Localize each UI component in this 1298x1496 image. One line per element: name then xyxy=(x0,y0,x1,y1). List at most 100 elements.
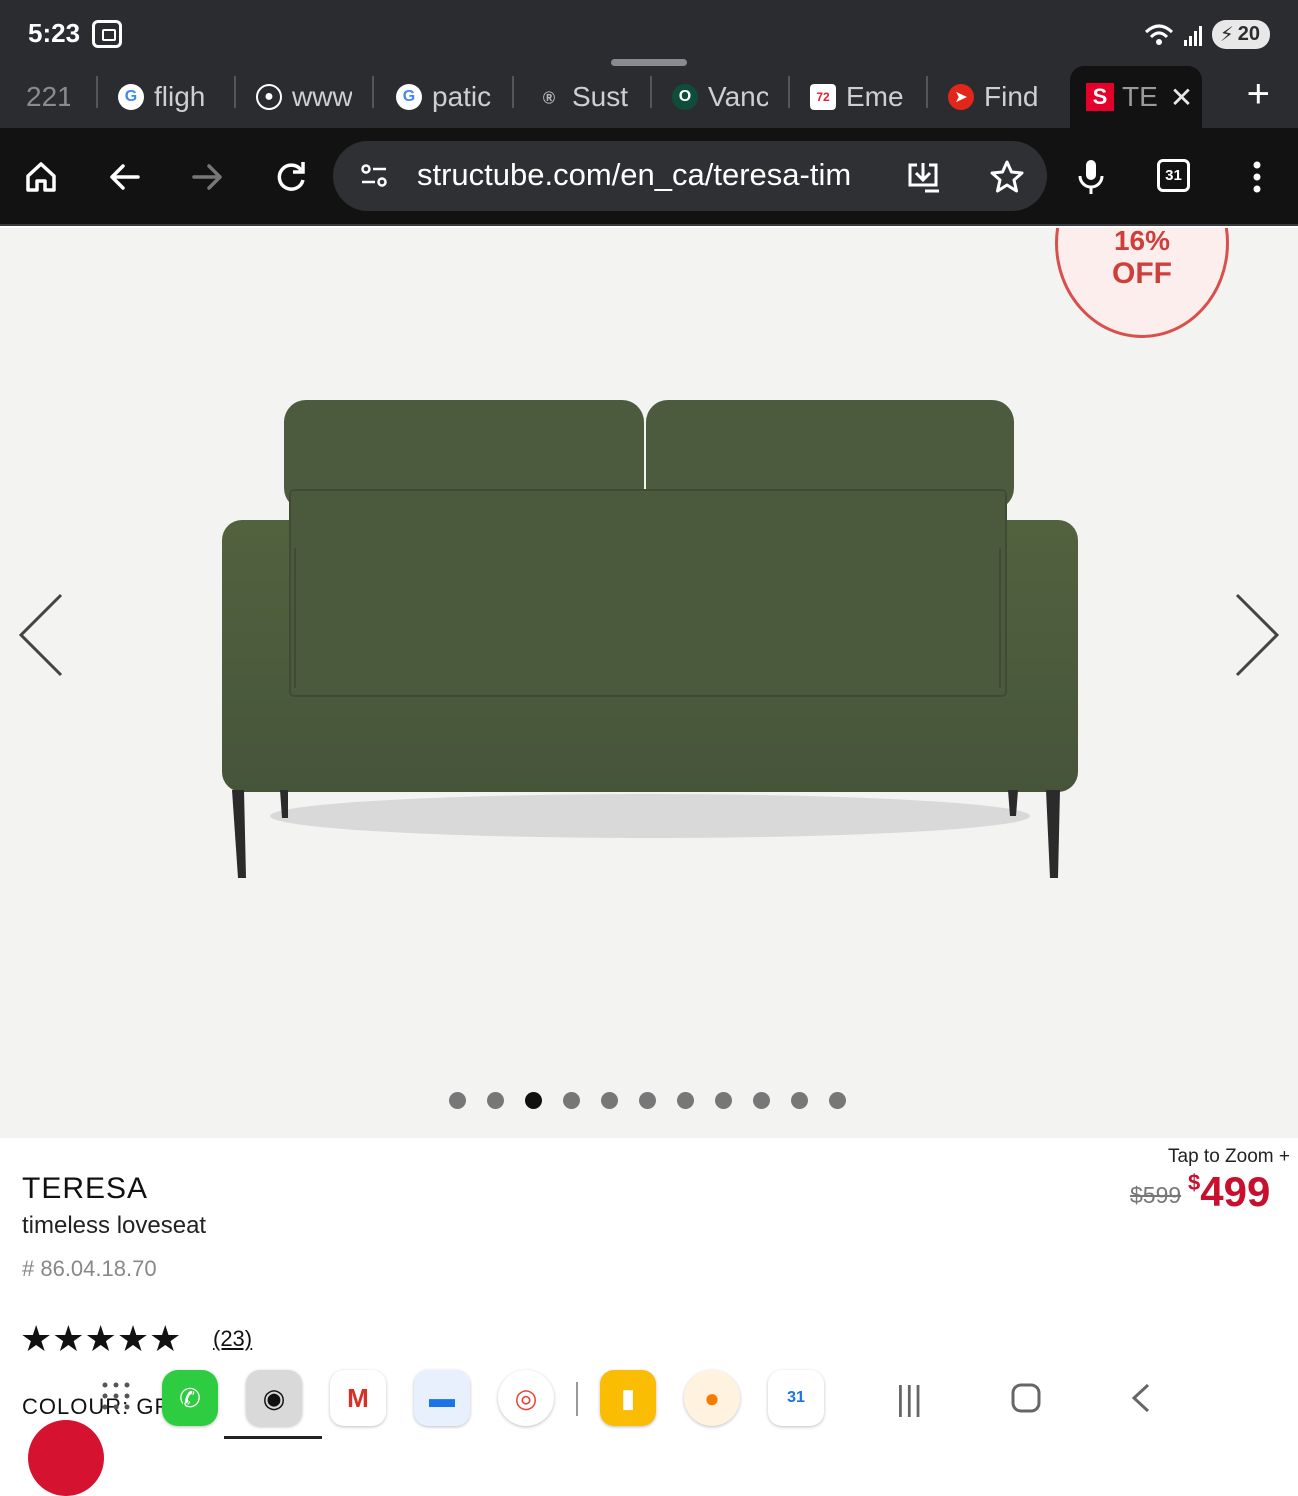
back-icon[interactable] xyxy=(104,156,146,198)
site-settings-icon[interactable] xyxy=(359,161,389,191)
discount-off-label: OFF xyxy=(1112,257,1172,290)
forward-icon[interactable] xyxy=(186,156,228,198)
site-icon: ➤ xyxy=(948,84,974,110)
browser-toolbar: structube.com/en_ca/teresa-tim 31 xyxy=(0,128,1298,226)
mic-icon[interactable] xyxy=(1070,156,1112,198)
carousel-dot[interactable] xyxy=(715,1092,732,1109)
tab-label: patic xyxy=(432,81,492,112)
rating-stars: ★★★★★ xyxy=(20,1318,182,1359)
close-tab-icon[interactable]: ✕ xyxy=(1170,81,1193,114)
status-time: 5:23 xyxy=(28,18,81,48)
tab-label: fligh xyxy=(154,81,206,112)
tab-1[interactable]: 221 xyxy=(26,66,70,128)
tap-to-zoom[interactable]: Tap to Zoom + xyxy=(1168,1146,1290,1168)
battery-level: 20 xyxy=(1237,23,1260,45)
product-image-carousel[interactable]: 16% OFF xyxy=(0,228,1298,1138)
reload-icon[interactable] xyxy=(270,156,312,198)
tab-active[interactable]: S TE ✕ xyxy=(1070,66,1202,128)
tab-separator xyxy=(372,76,374,108)
home-nav-icon[interactable] xyxy=(1010,1382,1042,1414)
status-icons: ⚡ 20 xyxy=(1144,20,1270,49)
active-app-indicator xyxy=(224,1436,322,1439)
carousel-dots xyxy=(449,1092,846,1109)
tab-8[interactable]: ➤ Find xyxy=(948,66,1048,128)
signal-icon xyxy=(1183,24,1202,46)
dock-divider xyxy=(576,1382,578,1416)
tab-separator xyxy=(788,76,790,108)
structube-icon: S xyxy=(1086,83,1114,111)
tab-label: Find xyxy=(984,81,1039,112)
carousel-dot[interactable] xyxy=(677,1092,694,1109)
discount-badge: 16% OFF xyxy=(1055,228,1229,338)
site-icon: O xyxy=(672,84,698,110)
carousel-dot[interactable] xyxy=(601,1092,618,1109)
original-price: $599 xyxy=(1130,1182,1182,1208)
site-icon: 72 xyxy=(810,84,836,110)
battery-indicator: ⚡ 20 xyxy=(1211,20,1270,49)
menu-icon[interactable] xyxy=(1236,156,1278,198)
sale-price: $499 xyxy=(1188,1168,1270,1216)
tab-4[interactable]: Gpatic xyxy=(396,66,492,128)
tab-6[interactable]: O Vanc xyxy=(672,66,768,128)
carousel-dot-active[interactable] xyxy=(525,1092,542,1109)
tab-label: www xyxy=(292,81,352,112)
phone-app-icon[interactable]: ✆ xyxy=(162,1370,218,1426)
tab-label: 221 xyxy=(26,81,70,112)
screenshot-icon xyxy=(92,20,122,48)
carousel-dot[interactable] xyxy=(487,1092,504,1109)
product-subtitle: timeless loveseat xyxy=(22,1212,207,1239)
apps-grid-icon[interactable] xyxy=(100,1380,132,1412)
tab-separator xyxy=(96,76,98,108)
site-icon: Ⓡ xyxy=(542,90,555,105)
bolt-icon: ⚡ xyxy=(1219,24,1234,46)
status-bar: 5:23 ⚡ 20 xyxy=(0,0,1298,66)
wifi-icon xyxy=(1144,24,1173,45)
home-icon[interactable] xyxy=(20,156,62,198)
recents-nav-icon[interactable]: ||| xyxy=(896,1380,923,1419)
tab-separator xyxy=(650,76,652,108)
calendar-app-icon[interactable]: 31 xyxy=(768,1370,824,1426)
new-tab-button[interactable]: + xyxy=(1247,72,1270,117)
carousel-dot[interactable] xyxy=(829,1092,846,1109)
product-sku: # 86.04.18.70 xyxy=(22,1256,157,1281)
tab-3[interactable]: ● www xyxy=(256,66,352,128)
carousel-dot[interactable] xyxy=(753,1092,770,1109)
carousel-dot[interactable] xyxy=(791,1092,808,1109)
app-dock: ✆ ◉ M ▬ ◎ ▮ ● 31 ||| xyxy=(0,1362,1298,1440)
drag-handle[interactable] xyxy=(611,59,687,66)
google-icon: G xyxy=(118,84,144,110)
tab-label: Vanc xyxy=(708,81,768,112)
currency-symbol: $ xyxy=(1188,1170,1201,1195)
tab-label: Sust xyxy=(572,81,629,112)
chrome-app-icon[interactable]: ◎ xyxy=(498,1370,554,1426)
reviews-link[interactable]: (23) xyxy=(213,1326,252,1352)
keep-app-icon[interactable]: ▮ xyxy=(600,1370,656,1426)
google-icon: G xyxy=(396,84,422,110)
sofa-image xyxy=(222,400,1078,878)
tab-2[interactable]: Gfligh xyxy=(118,66,214,128)
address-bar[interactable]: structube.com/en_ca/teresa-tim xyxy=(333,141,1047,211)
tasks-app-icon[interactable]: ● xyxy=(684,1370,740,1426)
gmail-app-icon[interactable]: M xyxy=(330,1370,386,1426)
download-icon[interactable] xyxy=(905,159,941,195)
tab-5[interactable]: Ⓡ Sust xyxy=(536,66,632,128)
previous-image-arrow[interactable] xyxy=(16,590,66,680)
tab-separator xyxy=(512,76,514,108)
carousel-dot[interactable] xyxy=(449,1092,466,1109)
back-nav-icon[interactable] xyxy=(1128,1382,1154,1414)
tab-7[interactable]: 72 Eme xyxy=(810,66,906,128)
carousel-dot[interactable] xyxy=(639,1092,656,1109)
tab-label: Eme xyxy=(846,81,904,112)
next-image-arrow[interactable] xyxy=(1232,590,1282,680)
sale-price-value: 499 xyxy=(1200,1168,1271,1215)
tab-strip: 221 Gfligh ● www Gpatic Ⓡ Sust O Vanc 72 Eme… xyxy=(0,66,1298,128)
camera-app-icon[interactable]: ◉ xyxy=(246,1370,302,1426)
messages-app-icon[interactable]: ▬ xyxy=(414,1370,470,1426)
tab-label: TE xyxy=(1122,81,1158,112)
tab-switcher-button[interactable]: 31 xyxy=(1157,159,1190,192)
product-name: TERESA xyxy=(22,1172,149,1205)
tab-separator xyxy=(234,76,236,108)
url-text[interactable]: structube.com/en_ca/teresa-tim xyxy=(417,157,872,193)
carousel-dot[interactable] xyxy=(563,1092,580,1109)
star-icon[interactable] xyxy=(989,159,1025,195)
